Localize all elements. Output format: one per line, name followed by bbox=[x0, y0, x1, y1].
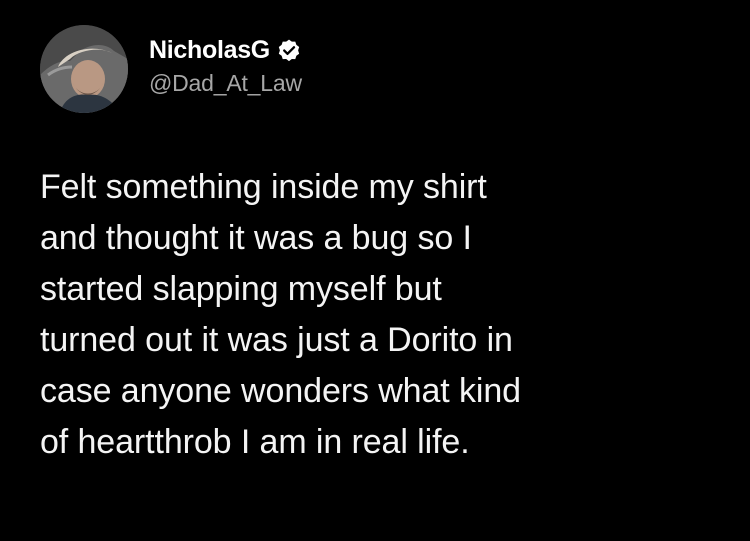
avatar-image bbox=[40, 25, 128, 113]
user-handle[interactable]: @Dad_At_Law bbox=[149, 70, 302, 97]
tweet-text: Felt something inside my shirt and thoug… bbox=[40, 162, 730, 468]
tweet-text-line: turned out it was just a Dorito in bbox=[40, 321, 513, 359]
name-row: NicholasG bbox=[149, 34, 302, 68]
user-names: NicholasG @Dad_At_Law bbox=[149, 34, 302, 97]
avatar[interactable] bbox=[40, 25, 128, 113]
tweet-text-line: case anyone wonders what kind bbox=[40, 372, 521, 410]
tweet-text-line: and thought it was a bug so I bbox=[40, 219, 472, 257]
tweet-text-line: started slapping myself but bbox=[40, 270, 442, 308]
tweet-card: NicholasG @Dad_At_Law Felt something ins… bbox=[0, 0, 750, 541]
display-name[interactable]: NicholasG bbox=[149, 36, 270, 65]
tweet-text-line: Felt something inside my shirt bbox=[40, 168, 487, 206]
verified-badge-icon bbox=[276, 38, 302, 64]
tweet-text-line: of heartthrob I am in real life. bbox=[40, 423, 470, 461]
tweet-header: NicholasG @Dad_At_Law bbox=[40, 24, 302, 114]
